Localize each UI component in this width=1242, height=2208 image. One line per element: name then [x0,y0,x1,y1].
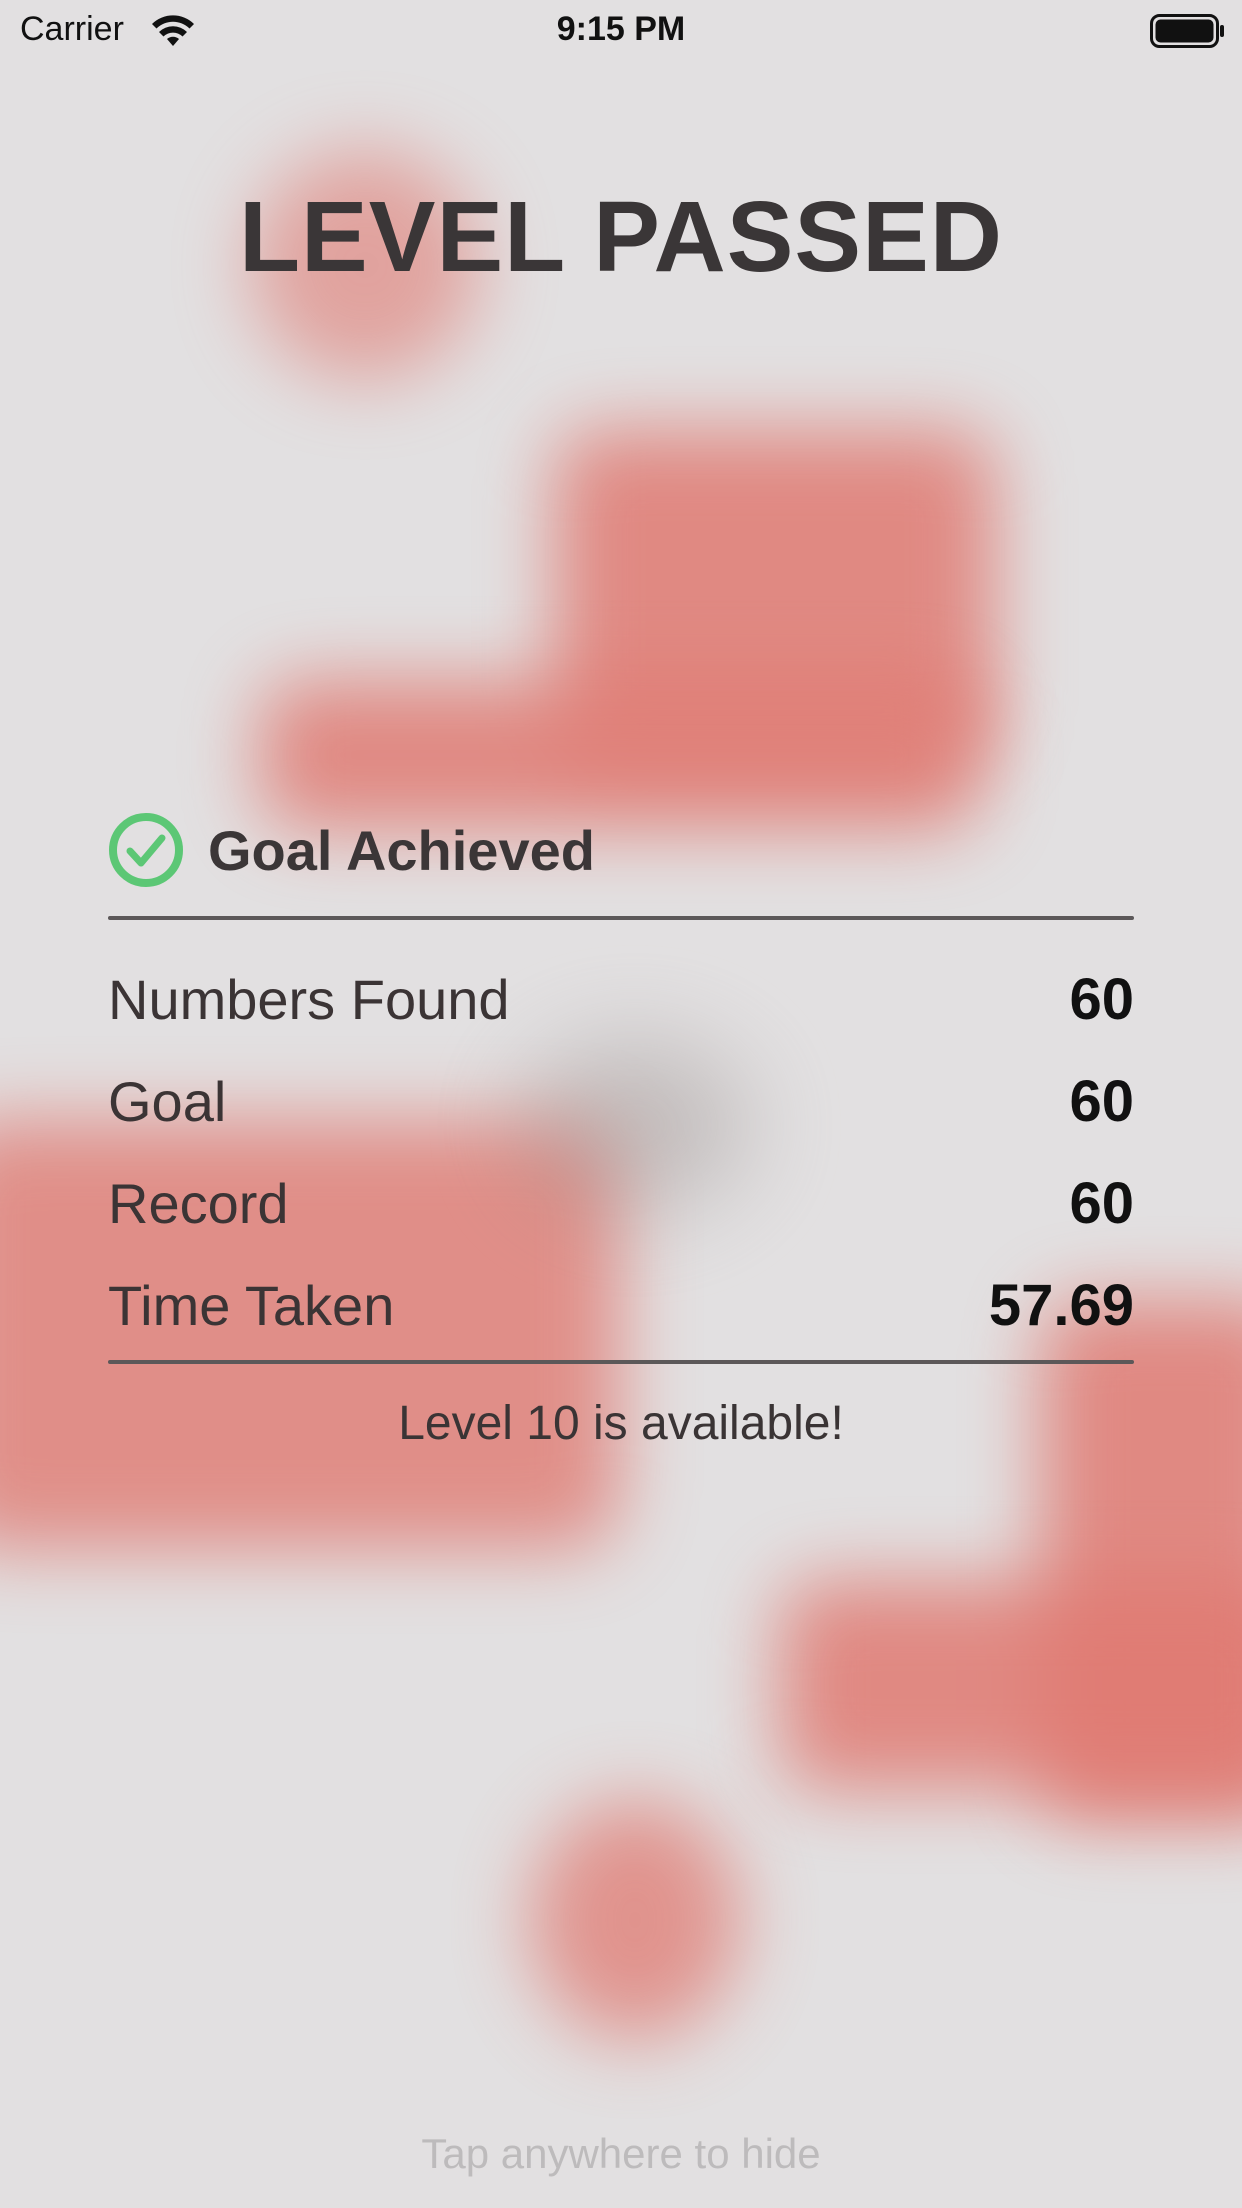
stat-row-time-taken: Time Taken 57.69 [108,1254,1134,1356]
stat-value: 60 [1069,1170,1134,1236]
stat-value: 60 [1069,1068,1134,1134]
background-blob [530,1800,740,2040]
background-blob [780,1580,1242,1790]
check-circle-icon [109,813,183,887]
divider [108,1360,1134,1364]
stat-row-record: Record 60 [108,1152,1134,1254]
divider [108,916,1134,920]
goal-status: Goal Achieved [108,812,595,888]
level-passed-overlay[interactable]: Carrier 9:15 PM LEVEL PASSED Goal Achiev… [0,0,1242,2208]
stats-list: Numbers Found 60 Goal 60 Record 60 Time … [108,948,1134,1356]
stat-row-goal: Goal 60 [108,1050,1134,1152]
status-bar: Carrier 9:15 PM [0,0,1242,62]
goal-label: Goal Achieved [208,818,595,882]
background-blob [260,680,980,830]
stat-value: 57.69 [988,1272,1134,1338]
stat-label: Time Taken [108,1273,395,1337]
tap-to-hide-hint[interactable]: Tap anywhere to hide [0,2130,1242,2178]
stat-label: Numbers Found [108,967,510,1031]
stat-row-numbers-found: Numbers Found 60 [108,948,1134,1050]
page-title: LEVEL PASSED [238,181,1004,293]
clock: 9:15 PM [556,10,686,48]
stat-value: 60 [1069,966,1134,1032]
stat-label: Goal [108,1069,227,1133]
level-unlocked-message: Level 10 is available! [398,1397,844,1450]
stat-label: Record [108,1171,289,1235]
battery-icon [1150,14,1224,48]
